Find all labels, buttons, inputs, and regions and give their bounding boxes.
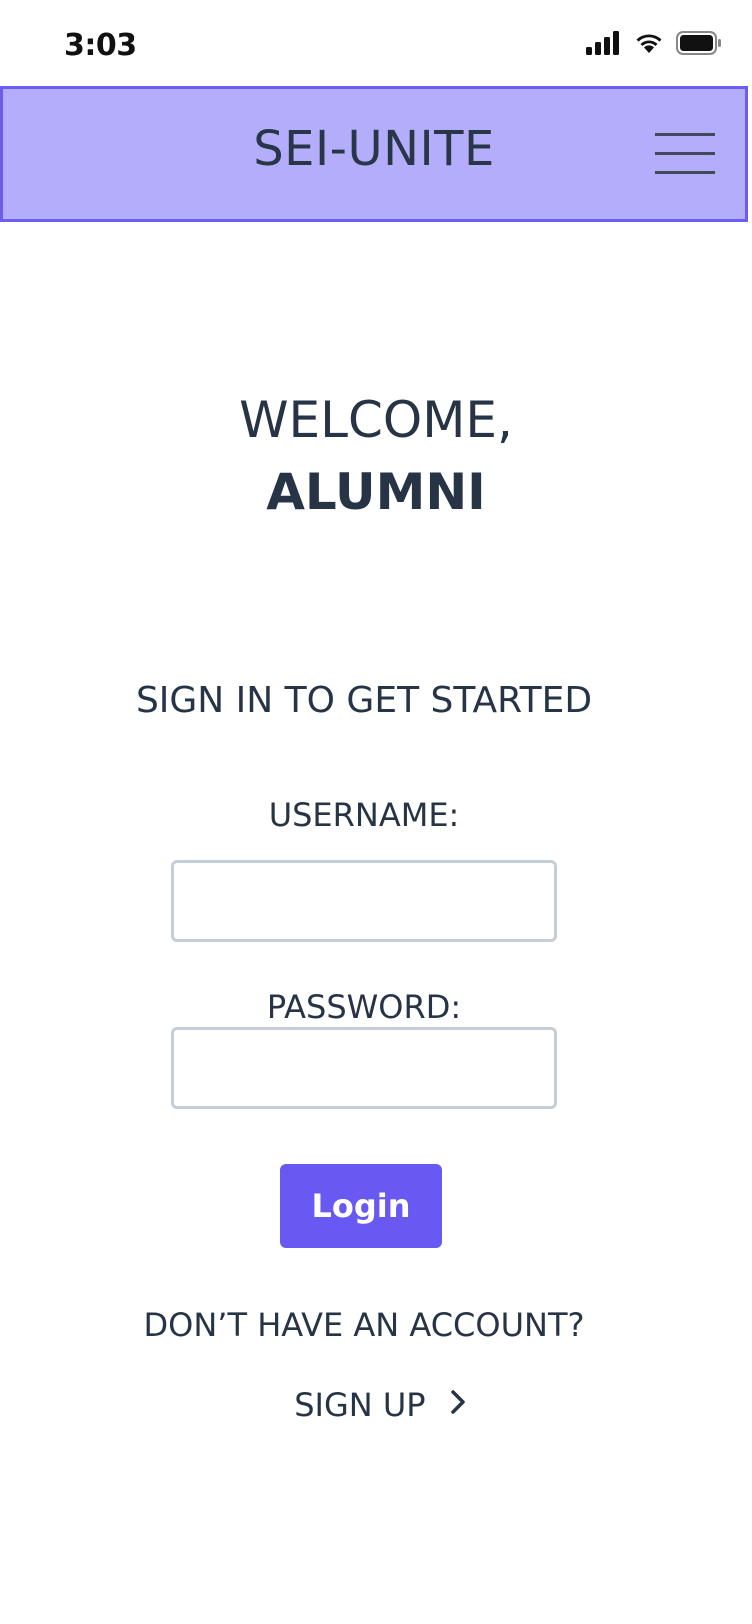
password-input[interactable]: [171, 1027, 557, 1109]
app-header: SEI-UNITE: [0, 86, 748, 222]
wifi-icon: [634, 31, 664, 59]
login-screen: 3:03 SEI-UNITE WELCOME, ALUMNI SIGN IN T…: [0, 0, 752, 1624]
hamburger-menu-icon[interactable]: [655, 133, 715, 177]
menu-line: [655, 133, 715, 136]
menu-line: [655, 171, 715, 174]
brand-title: SEI-UNITE: [253, 121, 495, 177]
signin-heading: SIGN IN TO GET STARTED: [135, 680, 593, 721]
welcome-line: WELCOME,: [239, 391, 513, 449]
signup-link[interactable]: SIGN UP: [0, 1386, 752, 1426]
chevron-right-icon: [450, 1385, 466, 1423]
login-button[interactable]: Login: [280, 1164, 442, 1248]
welcome-heading: WELCOME, ALUMNI: [0, 384, 752, 528]
no-account-prompt: DON’T HAVE AN ACCOUNT?: [143, 1306, 585, 1344]
signup-link-label: SIGN UP: [294, 1386, 426, 1424]
battery-icon: [676, 31, 722, 59]
menu-line: [655, 152, 715, 155]
password-label: PASSWORD:: [266, 988, 462, 1026]
status-time: 3:03: [64, 28, 137, 63]
status-icons: [586, 30, 722, 60]
cellular-signal-icon: [586, 31, 622, 59]
status-bar: 3:03: [0, 0, 752, 86]
welcome-audience: ALUMNI: [266, 463, 486, 521]
username-label: USERNAME:: [268, 796, 460, 834]
username-input[interactable]: [171, 860, 557, 942]
